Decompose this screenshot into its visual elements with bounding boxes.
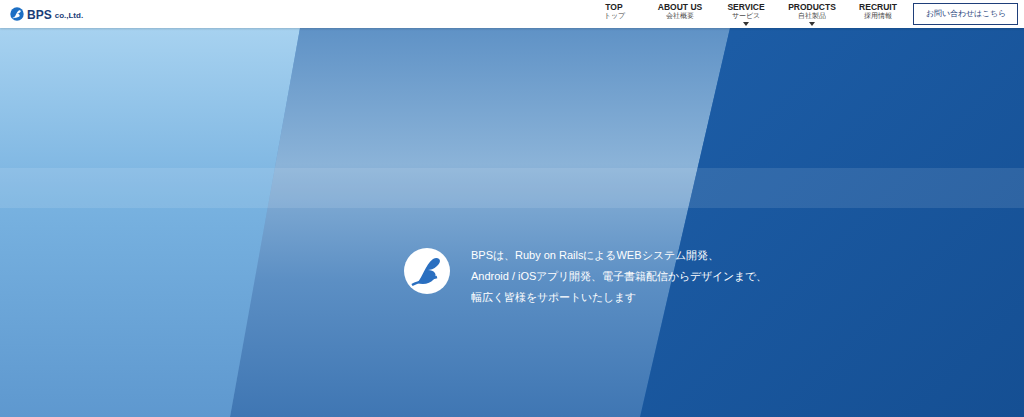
logo-text: BPS: [27, 9, 52, 21]
hero: BPSは、Ruby on RailsによるWEBシステム開発、Android /…: [0, 28, 1024, 417]
nav-item[interactable]: ABOUT US会社概要: [647, 3, 713, 26]
nav-sub: サービス: [732, 13, 760, 20]
hero-line: 幅広く皆様をサポートいたします: [471, 287, 767, 308]
site-logo[interactable]: BPSco.,Ltd.: [10, 7, 83, 21]
hero-copy: BPSは、Ruby on RailsによるWEBシステム開発、Android /…: [471, 245, 767, 308]
dropdown-arrow-icon: [743, 22, 749, 26]
nav-label: SERVICE: [727, 3, 764, 12]
nav-label: RECRUIT: [859, 3, 897, 12]
nav-sub: 会社概要: [666, 13, 694, 20]
nav-item[interactable]: PRODUCTS自社製品: [779, 3, 845, 26]
site-header: BPSco.,Ltd.TOPトップABOUT US会社概要SERVICEサービス…: [0, 0, 1024, 28]
nav-sub: トップ: [604, 13, 625, 20]
nav-label: TOP: [605, 3, 622, 12]
dropdown-arrow-icon: [809, 22, 815, 26]
nav-sub: 採用情報: [864, 13, 892, 20]
bps-logo-icon: [10, 7, 24, 21]
nav-label: PRODUCTS: [788, 3, 836, 12]
nav-item[interactable]: SERVICEサービス: [713, 3, 779, 26]
bps-emblem-icon: [403, 247, 451, 295]
hero-line: BPSは、Ruby on RailsによるWEBシステム開発、: [471, 245, 767, 266]
hero-content: BPSは、Ruby on RailsによるWEBシステム開発、Android /…: [0, 28, 1024, 308]
contact-button[interactable]: お問い合わせはこちら: [913, 3, 1018, 25]
logo-suffix: co.,Ltd.: [55, 12, 83, 20]
nav-sub: 自社製品: [798, 13, 826, 20]
hero-band: [0, 168, 1024, 208]
hero-line: Android / iOSアプリ開発、電子書籍配信からデザインまで、: [471, 266, 767, 287]
nav-item[interactable]: TOPトップ: [581, 3, 647, 26]
nav-label: ABOUT US: [658, 3, 702, 12]
main-nav: TOPトップABOUT US会社概要SERVICEサービスPRODUCTS自社製…: [581, 3, 911, 26]
header-right: TOPトップABOUT US会社概要SERVICEサービスPRODUCTS自社製…: [581, 3, 1018, 26]
nav-item[interactable]: RECRUIT採用情報: [845, 3, 911, 26]
